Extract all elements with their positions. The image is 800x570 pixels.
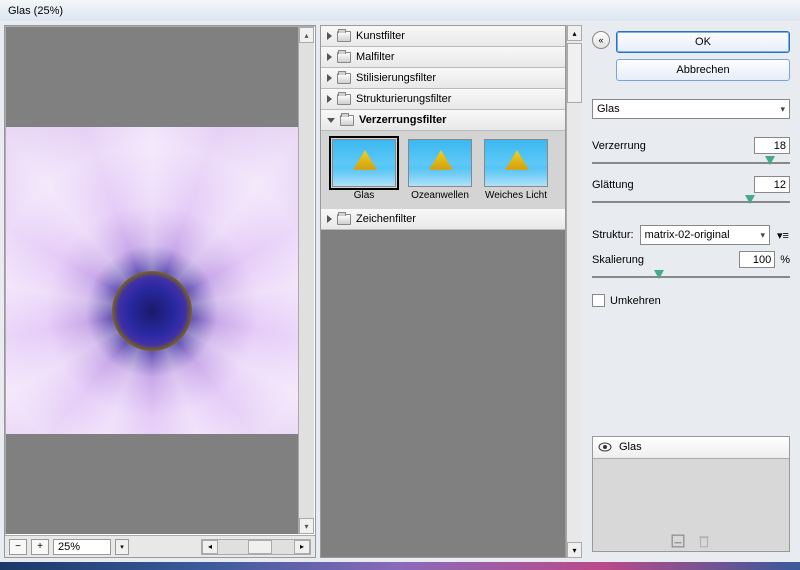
folder-icon <box>337 94 351 105</box>
verzerrung-slider[interactable] <box>592 156 790 170</box>
folder-icon <box>337 31 351 42</box>
zoom-in-button[interactable]: + <box>31 539 49 555</box>
scroll-left-icon[interactable]: ◂ <box>202 540 218 554</box>
slider-label: Verzerrung <box>592 140 646 152</box>
main-area: ▴ ▾ − + 25% ▾ ◂ ▸ <box>0 21 800 562</box>
disclosure-triangle-icon <box>327 215 332 223</box>
thumb-label: Ozeanwellen <box>411 190 469 201</box>
struktur-label: Struktur: <box>592 229 634 241</box>
disclosure-triangle-icon <box>327 118 335 123</box>
filter-thumb-glas[interactable]: Glas <box>329 139 399 201</box>
category-label: Strukturierungsfilter <box>356 93 451 105</box>
category-label: Malfilter <box>356 51 395 63</box>
layers-footer <box>593 531 789 551</box>
filter-thumbnails: Glas Ozeanwellen Weiches Licht <box>321 131 565 209</box>
verzerrung-field[interactable] <box>754 137 790 154</box>
folder-icon <box>340 115 354 126</box>
category-strukturierungsfilter[interactable]: Strukturierungsfilter <box>321 89 565 110</box>
filter-select[interactable]: Glas <box>592 99 790 119</box>
scroll-right-icon[interactable]: ▸ <box>294 540 310 554</box>
zoom-dropdown-button[interactable]: ▾ <box>115 539 129 555</box>
disclosure-triangle-icon <box>327 74 332 82</box>
category-label: Verzerrungsfilter <box>359 114 446 126</box>
category-label: Zeichenfilter <box>356 213 416 225</box>
collapse-button[interactable]: « <box>592 31 610 49</box>
disclosure-triangle-icon <box>327 53 332 61</box>
filter-thumb-ozeanwellen[interactable]: Ozeanwellen <box>405 139 475 201</box>
preview-image <box>6 127 298 434</box>
effect-layer-row[interactable]: Glas <box>593 437 789 459</box>
struktur-menu-icon[interactable]: ▾≡ <box>776 229 790 242</box>
skalierung-field[interactable] <box>739 251 775 268</box>
ok-label: OK <box>695 36 711 48</box>
cancel-label: Abbrechen <box>676 64 729 76</box>
filter-list-panel: Kunstfilter Malfilter Stilisierungsfilte… <box>320 25 582 558</box>
settings-panel: « OK Abbrechen Glas Verzerrung Glätt <box>586 25 796 558</box>
folder-icon <box>337 214 351 225</box>
filter-select-value: Glas <box>597 103 620 115</box>
category-malfilter[interactable]: Malfilter <box>321 47 565 68</box>
scroll-down-icon[interactable]: ▾ <box>299 518 314 534</box>
slider-skalierung: Skalierung % <box>592 251 790 284</box>
thumbnail-image <box>408 139 472 187</box>
taskbar-strip <box>0 562 800 570</box>
glaettung-slider[interactable] <box>592 195 790 209</box>
folder-icon <box>337 73 351 84</box>
category-stilisierungsfilter[interactable]: Stilisierungsfilter <box>321 68 565 89</box>
category-verzerrungsfilter[interactable]: Verzerrungsfilter <box>321 110 565 131</box>
filter-tree: Kunstfilter Malfilter Stilisierungsfilte… <box>320 25 566 558</box>
window-title: Glas (25%) <box>8 5 63 17</box>
titlebar: Glas (25%) <box>0 0 800 21</box>
glaettung-field[interactable] <box>754 176 790 193</box>
thumb-label: Glas <box>354 190 375 201</box>
preview-scrollbar-vertical[interactable]: ▴ ▾ <box>298 27 314 534</box>
zoom-out-button[interactable]: − <box>9 539 27 555</box>
struktur-select[interactable]: matrix-02-original <box>640 225 770 245</box>
thumb-label: Weiches Licht <box>485 190 547 201</box>
cancel-button[interactable]: Abbrechen <box>616 59 790 81</box>
preview-toolbar: − + 25% ▾ ◂ ▸ <box>5 535 315 557</box>
thumbnail-image <box>484 139 548 187</box>
slider-label: Skalierung <box>592 254 644 266</box>
preview-scrollbar-horizontal[interactable]: ◂ ▸ <box>201 539 311 555</box>
scroll-down-icon[interactable]: ▾ <box>567 542 582 558</box>
scroll-up-icon[interactable]: ▴ <box>567 25 582 41</box>
filter-tree-scrollbar[interactable]: ▴ ▾ <box>566 25 582 558</box>
folder-icon <box>337 52 351 63</box>
disclosure-triangle-icon <box>327 95 332 103</box>
umkehren-label: Umkehren <box>610 295 661 307</box>
ok-button[interactable]: OK <box>616 31 790 53</box>
slider-verzerrung: Verzerrung <box>592 137 790 170</box>
effect-layers: Glas <box>592 436 790 553</box>
delete-effect-layer-icon[interactable] <box>697 534 711 548</box>
category-label: Stilisierungsfilter <box>356 72 436 84</box>
category-zeichenfilter[interactable]: Zeichenfilter <box>321 209 565 230</box>
umkehren-row: Umkehren <box>592 294 790 307</box>
preview-panel: ▴ ▾ − + 25% ▾ ◂ ▸ <box>4 25 316 558</box>
umkehren-checkbox[interactable] <box>592 294 605 307</box>
skalierung-slider[interactable] <box>592 270 790 284</box>
scroll-up-icon[interactable]: ▴ <box>299 27 314 43</box>
layer-label: Glas <box>619 441 642 453</box>
zoom-value: 25% <box>58 541 80 553</box>
unit-label: % <box>780 254 790 266</box>
struktur-row: Struktur: matrix-02-original ▾≡ <box>592 225 790 245</box>
category-kunstfilter[interactable]: Kunstfilter <box>321 26 565 47</box>
thumbnail-image <box>332 139 396 187</box>
filter-gallery-window: Glas (25%) ▴ ▾ − + 25% ▾ ◂ <box>0 0 800 570</box>
preview-viewport[interactable]: ▴ ▾ <box>5 26 315 535</box>
zoom-field[interactable]: 25% <box>53 539 111 555</box>
slider-glaettung: Glättung <box>592 176 790 209</box>
struktur-value: matrix-02-original <box>645 229 730 241</box>
category-label: Kunstfilter <box>356 30 405 42</box>
slider-label: Glättung <box>592 179 634 191</box>
visibility-eye-icon[interactable] <box>597 440 613 454</box>
disclosure-triangle-icon <box>327 32 332 40</box>
filter-thumb-weiches-licht[interactable]: Weiches Licht <box>481 139 551 201</box>
new-effect-layer-icon[interactable] <box>671 534 685 548</box>
